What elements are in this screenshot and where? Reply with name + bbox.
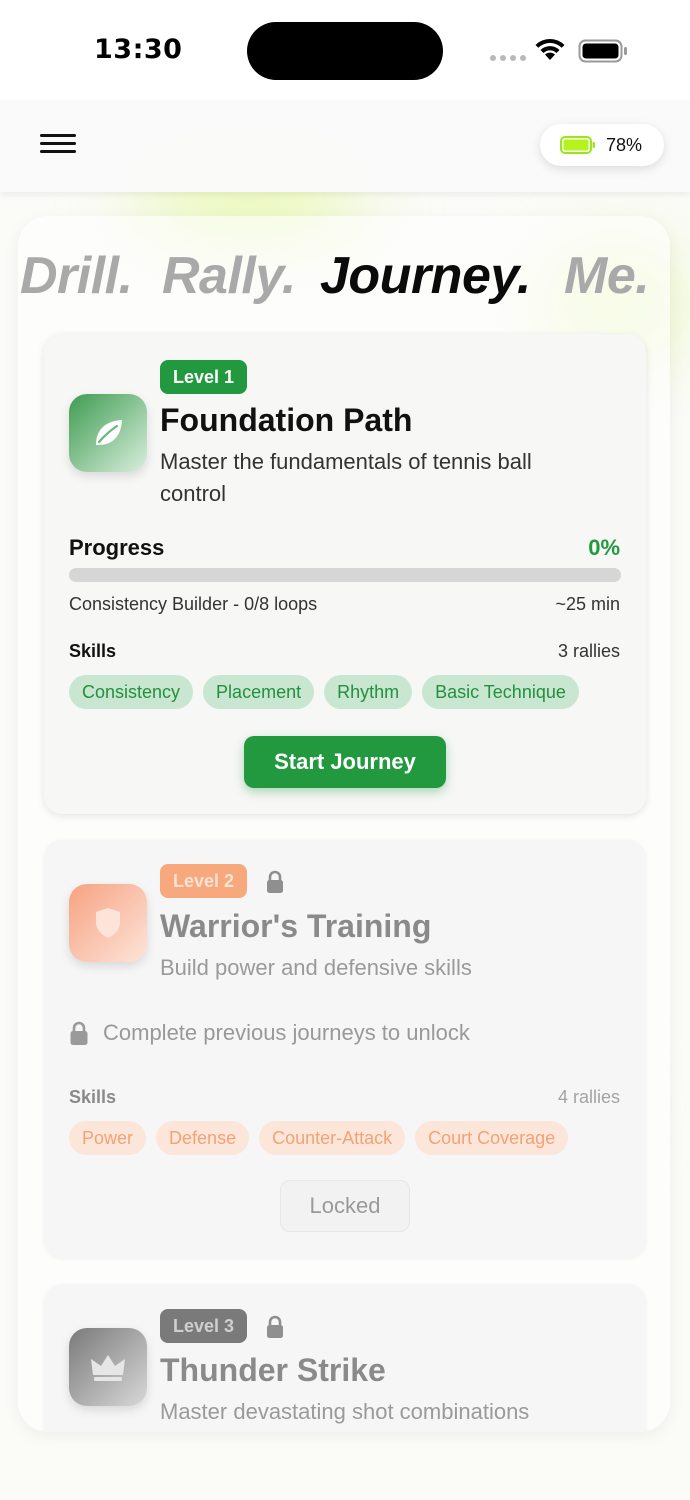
estimated-duration: ~25 min [555, 594, 620, 614]
skill-chip: Basic Technique [422, 675, 579, 709]
tab-rally[interactable]: Rally. [162, 246, 296, 306]
hamburger-menu-icon[interactable] [40, 134, 80, 160]
journey-description: Master devastating shot combinations [160, 1399, 530, 1424]
journey-card-level-3[interactable]: Level 3 Thunder Strike Master devastatin… [44, 1284, 646, 1432]
level-badge: Level 1 [160, 360, 248, 394]
lock-icon [267, 1315, 283, 1338]
journey-title: Warrior's Training [160, 908, 432, 944]
journey-icon-container [69, 884, 147, 962]
unlock-message-text: Complete previous journeys to unlock [103, 1020, 470, 1045]
start-journey-button[interactable]: Start Journey [244, 736, 446, 788]
skill-chips: Power Defense Counter-Attack Court Cover… [69, 1121, 620, 1155]
progress-label: Progress [69, 535, 165, 560]
tab-journey[interactable]: Journey. [320, 246, 531, 306]
journey-description: Build power and defensive skills [160, 955, 472, 980]
system-battery-icon [578, 39, 627, 63]
dynamic-island [247, 22, 443, 80]
journey-title: Foundation Path [160, 402, 413, 438]
skills-label: Skills [69, 1087, 117, 1107]
progress-percent: 0% [588, 535, 620, 560]
current-step: Consistency Builder - 0/8 loops [69, 594, 318, 614]
crown-icon [91, 1355, 125, 1381]
journey-card-level-2[interactable]: Level 2 Warrior's Training Build power a… [44, 840, 646, 1258]
device-battery-indicator: 78% [540, 124, 664, 166]
app-header: 78% [0, 100, 690, 192]
tab-drill[interactable]: Drill. [20, 246, 133, 306]
level-badge: Level 3 [160, 1309, 248, 1343]
lock-icon [267, 870, 283, 893]
skill-chip: Rhythm [324, 675, 413, 709]
wifi-icon [535, 38, 565, 60]
unlock-message: Complete previous journeys to unlock [69, 1020, 470, 1046]
skill-chips: Consistency Placement Rhythm Basic Techn… [69, 675, 620, 709]
section-tabs: Drill. Rally. Journey. Me. [18, 246, 670, 316]
battery-icon [560, 136, 595, 154]
skill-chip: Court Coverage [415, 1121, 569, 1155]
status-time: 13:30 [94, 34, 183, 65]
rally-count: 4 rallies [557, 1087, 620, 1107]
locked-button: Locked [280, 1180, 410, 1232]
skill-chip: Power [69, 1121, 147, 1155]
battery-percent: 78% [606, 134, 643, 155]
journey-icon-container [69, 1328, 147, 1406]
progress-bar [69, 568, 621, 582]
main-panel: Drill. Rally. Journey. Me. Level 1 Found… [18, 216, 670, 1432]
lock-icon [70, 1021, 88, 1045]
skill-chip: Consistency [69, 675, 194, 709]
shield-icon [96, 908, 120, 938]
journey-card-level-1[interactable]: Level 1 Foundation Path Master the funda… [44, 334, 646, 814]
journey-description: Master the fundamentals of tennis ball c… [160, 449, 532, 506]
level-badge: Level 2 [160, 864, 248, 898]
skills-label: Skills [69, 641, 117, 661]
journey-icon-container [69, 394, 147, 472]
skill-chip: Placement [203, 675, 315, 709]
leaf-icon [96, 420, 122, 445]
skill-chip: Defense [156, 1121, 250, 1155]
cellular-signal-icon [490, 55, 526, 61]
rally-count: 3 rallies [557, 641, 620, 661]
skill-chip: Counter-Attack [259, 1121, 406, 1155]
journey-title: Thunder Strike [160, 1352, 386, 1388]
tab-me[interactable]: Me. [564, 246, 650, 306]
status-bar: 13:30 [0, 0, 690, 100]
